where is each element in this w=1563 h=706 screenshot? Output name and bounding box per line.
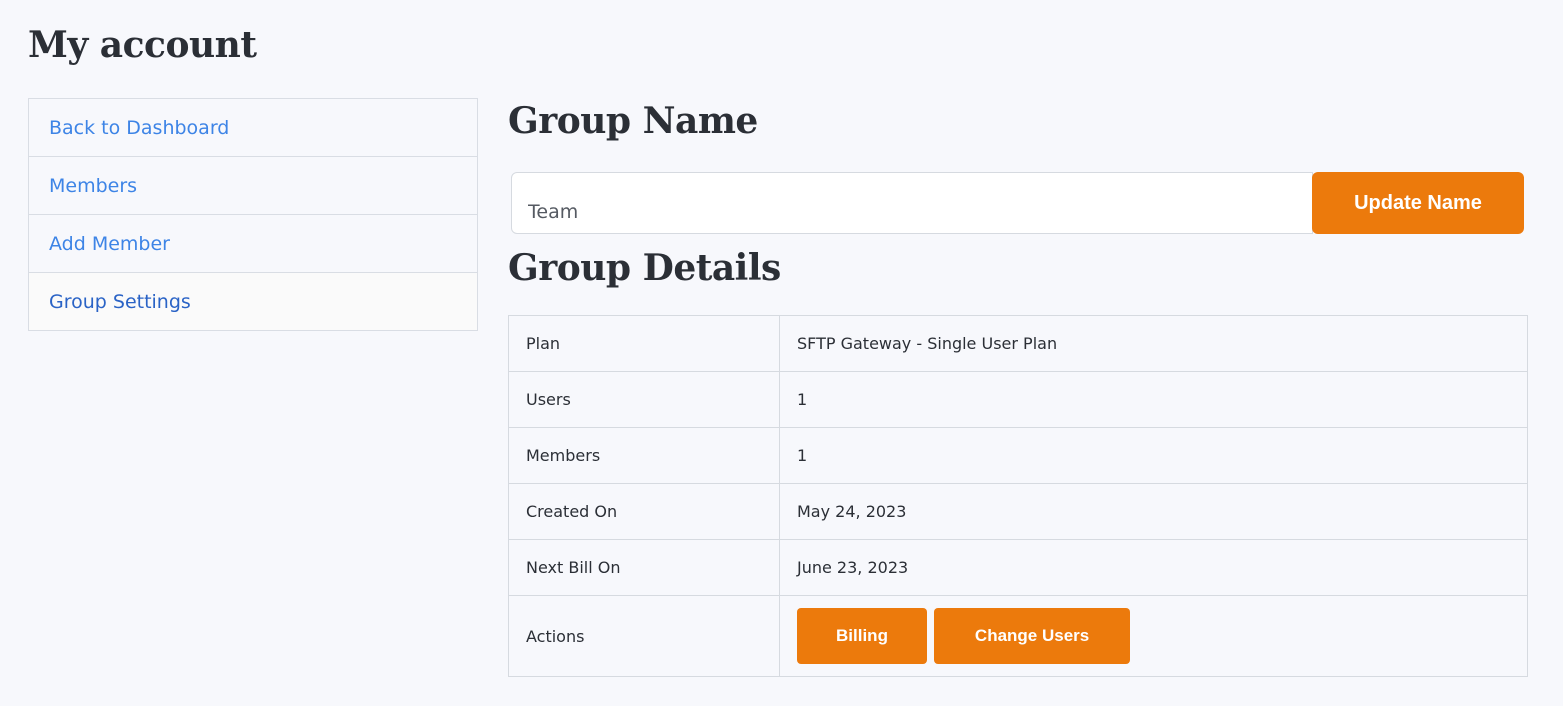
- change-users-button[interactable]: Change Users: [934, 608, 1131, 664]
- sidebar-item-back-to-dashboard[interactable]: Back to Dashboard: [29, 99, 477, 157]
- sidebar-item-add-member[interactable]: Add Member: [29, 215, 477, 273]
- next-bill-on-value: June 23, 2023: [779, 539, 1528, 596]
- actions-cell: Billing Change Users: [779, 595, 1528, 677]
- members-label: Members: [508, 427, 780, 484]
- users-value: 1: [779, 371, 1528, 428]
- sidebar-item-label: Group Settings: [49, 290, 191, 313]
- next-bill-on-label: Next Bill On: [508, 539, 780, 596]
- table-row: Created On May 24, 2023: [508, 483, 1528, 540]
- page-title: My account: [28, 24, 257, 66]
- table-row: Users 1: [508, 371, 1528, 428]
- group-name-heading: Group Name: [508, 100, 758, 142]
- sidebar-nav: Back to Dashboard Members Add Member Gro…: [28, 98, 478, 331]
- members-value: 1: [779, 427, 1528, 484]
- table-row: Actions Billing Change Users: [508, 595, 1528, 677]
- sidebar-item-label: Back to Dashboard: [49, 116, 230, 139]
- created-on-label: Created On: [508, 483, 780, 540]
- actions-label: Actions: [508, 595, 780, 677]
- group-name-input[interactable]: [511, 172, 1313, 234]
- table-row: Plan SFTP Gateway - Single User Plan: [508, 315, 1528, 372]
- sidebar-item-group-settings[interactable]: Group Settings: [29, 273, 477, 330]
- sidebar-item-members[interactable]: Members: [29, 157, 477, 215]
- billing-button[interactable]: Billing: [797, 608, 927, 664]
- group-details-table: Plan SFTP Gateway - Single User Plan Use…: [508, 315, 1528, 677]
- users-label: Users: [508, 371, 780, 428]
- sidebar-item-label: Add Member: [49, 232, 170, 255]
- group-details-heading: Group Details: [508, 247, 781, 289]
- table-row: Next Bill On June 23, 2023: [508, 539, 1528, 596]
- plan-value: SFTP Gateway - Single User Plan: [779, 315, 1528, 372]
- plan-label: Plan: [508, 315, 780, 372]
- update-name-button[interactable]: Update Name: [1312, 172, 1524, 234]
- created-on-value: May 24, 2023: [779, 483, 1528, 540]
- sidebar-item-label: Members: [49, 174, 138, 197]
- table-row: Members 1: [508, 427, 1528, 484]
